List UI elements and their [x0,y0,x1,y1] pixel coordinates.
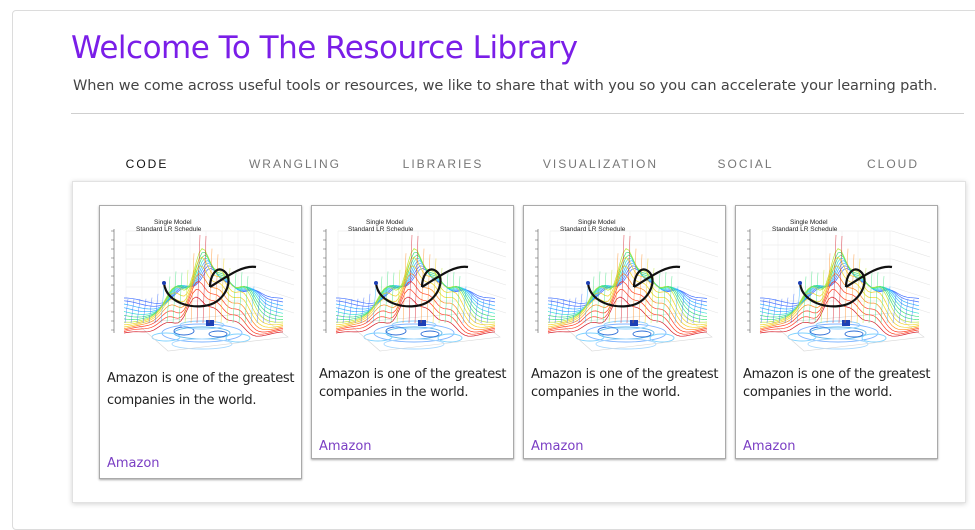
card-link[interactable]: Amazon [319,439,372,454]
resource-card[interactable]: Single Model Standard LR Schedule Amazon … [735,205,938,459]
plot-title-line-1: Single Model [366,219,404,226]
tab-wrangling[interactable]: WRANGLING [221,150,369,182]
plot-title-line-2: Standard LR Schedule [348,226,414,233]
category-tabs: CODE WRANGLING LIBRARIES VISUALIZATION S… [73,150,973,182]
plot-title-line-1: Single Model [578,219,616,226]
loss-surface-image: Single Model Standard LR Schedule [742,213,936,361]
card-description: Amazon is one of the greatest companies … [319,367,507,400]
card-link[interactable]: Amazon [743,439,796,454]
resource-card[interactable]: Single Model Standard LR Schedule Amazon … [99,205,302,479]
header-divider [71,113,964,114]
loss-surface-plot-icon: Single ModelStandard LR Schedule [747,219,931,352]
tab-libraries[interactable]: LIBRARIES [369,150,517,182]
plot-title-line-2: Standard LR Schedule [136,226,202,233]
plot-title-line-2: Standard LR Schedule [772,226,838,233]
page-title: Welcome To The Resource Library [71,30,578,66]
tab-cloud[interactable]: CLOUD [818,150,968,182]
loss-surface-plot-icon: Single ModelStandard LR Schedule [323,219,507,352]
resource-card[interactable]: Single Model Standard LR Schedule Amazon … [523,205,726,459]
card-description: Amazon is one of the greatest companies … [107,371,295,408]
card-description: Amazon is one of the greatest companies … [531,367,719,400]
loss-surface-plot-icon: Single ModelStandard LR Schedule [111,219,295,352]
loss-surface-image: Single Model Standard LR Schedule [318,213,512,361]
plot-title-line-2: Standard LR Schedule [560,226,626,233]
plot-title-line-1: Single Model [154,219,192,226]
resource-panel: Single Model Standard LR Schedule Amazon … [72,181,966,503]
tab-social[interactable]: SOCIAL [673,150,818,182]
page-subtitle: When we come across useful tools or reso… [73,78,938,94]
card-link[interactable]: Amazon [107,456,160,471]
card-link[interactable]: Amazon [531,439,584,454]
tab-code[interactable]: CODE [73,150,221,182]
loss-surface-image: Single Model Standard LR Schedule [106,213,300,361]
card-description: Amazon is one of the greatest companies … [743,367,931,400]
tab-visualization[interactable]: VISUALIZATION [513,150,688,182]
loss-surface-image: Single Model Standard LR Schedule [530,213,724,361]
resource-card[interactable]: Single Model Standard LR Schedule Amazon … [311,205,514,459]
plot-title-line-1: Single Model [790,219,828,226]
loss-surface-plot-icon: Single ModelStandard LR Schedule [535,219,719,352]
